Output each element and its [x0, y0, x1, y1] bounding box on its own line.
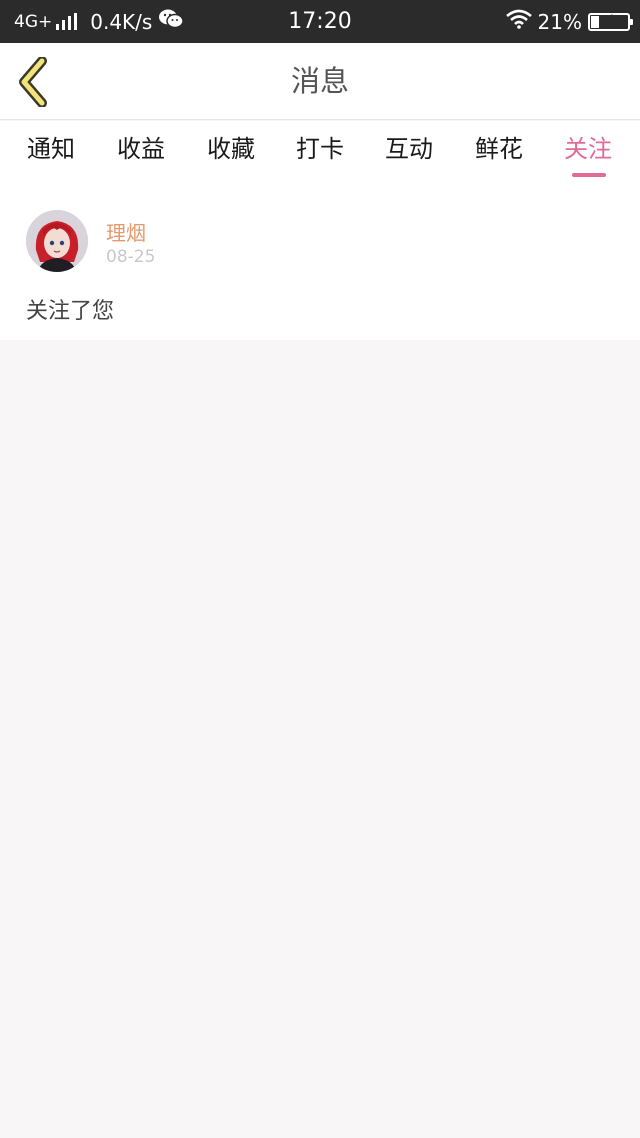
header: 消息 — [0, 43, 640, 120]
tab-interactions[interactable]: 互动 — [369, 121, 449, 177]
tab-earnings[interactable]: 收益 — [101, 121, 181, 177]
message-list: 理烟 08-25 关注了您 — [0, 181, 640, 340]
battery-icon: ⚡ — [588, 11, 633, 31]
username[interactable]: 理烟 — [106, 217, 146, 246]
active-tab-indicator — [572, 173, 606, 177]
message-text: 关注了您 — [26, 299, 115, 324]
charging-icon: ⚡ — [604, 11, 614, 28]
wifi-icon — [505, 9, 532, 34]
tab-flowers[interactable]: 鲜花 — [459, 121, 539, 177]
tab-bar: 通知 收益 收藏 打卡 互动 鲜花 关注 — [0, 121, 640, 181]
avatar[interactable] — [26, 210, 88, 272]
status-right: 21% ⚡ — [505, 0, 633, 43]
tab-checkin[interactable]: 打卡 — [280, 121, 360, 177]
chevron-left-icon — [19, 56, 47, 108]
back-button[interactable] — [14, 56, 54, 108]
tab-favorites[interactable]: 收藏 — [191, 121, 271, 177]
battery-percent: 21% — [537, 9, 582, 34]
message-date: 08-25 — [106, 247, 156, 267]
status-bar: 4G+ 0.4K/s 17:20 21% ⚡ — [0, 0, 640, 43]
page-title: 消息 — [290, 64, 349, 98]
tab-notifications[interactable]: 通知 — [11, 121, 91, 177]
tab-follow[interactable]: 关注 — [548, 121, 628, 177]
